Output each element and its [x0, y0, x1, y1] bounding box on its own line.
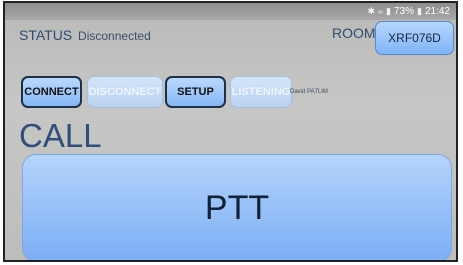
bluetooth-icon: ✱ [367, 6, 376, 16]
room-label: ROOM [332, 25, 376, 41]
connect-button[interactable]: CONNECT [21, 76, 82, 108]
user-callsign: David PA7LIM [290, 89, 328, 95]
wifi-icon: ≈ [378, 6, 384, 17]
room-button[interactable]: XRF076D [375, 21, 454, 55]
battery-icon: ▮ [417, 6, 422, 16]
system-status-bar: ✱ ≈ ▮ 73% ▮ 21:42 [5, 3, 456, 20]
signal-icon: ▮ [386, 6, 391, 16]
ptt-button[interactable]: PTT [22, 154, 452, 260]
status-row: STATUS Disconnected [19, 27, 151, 43]
listening-button[interactable]: LISTENING [230, 76, 292, 108]
call-label: CALL [19, 117, 102, 154]
status-label: STATUS [19, 27, 73, 43]
disconnect-button[interactable]: DISCONNECT [87, 76, 163, 108]
battery-level: 73% [394, 6, 415, 17]
clock: 21:42 [424, 6, 450, 17]
status-value: Disconnected [78, 29, 151, 43]
app-frame: ✱ ≈ ▮ 73% ▮ 21:42 STATUS Disconnected RO… [3, 1, 458, 262]
setup-button[interactable]: SETUP [165, 76, 226, 108]
